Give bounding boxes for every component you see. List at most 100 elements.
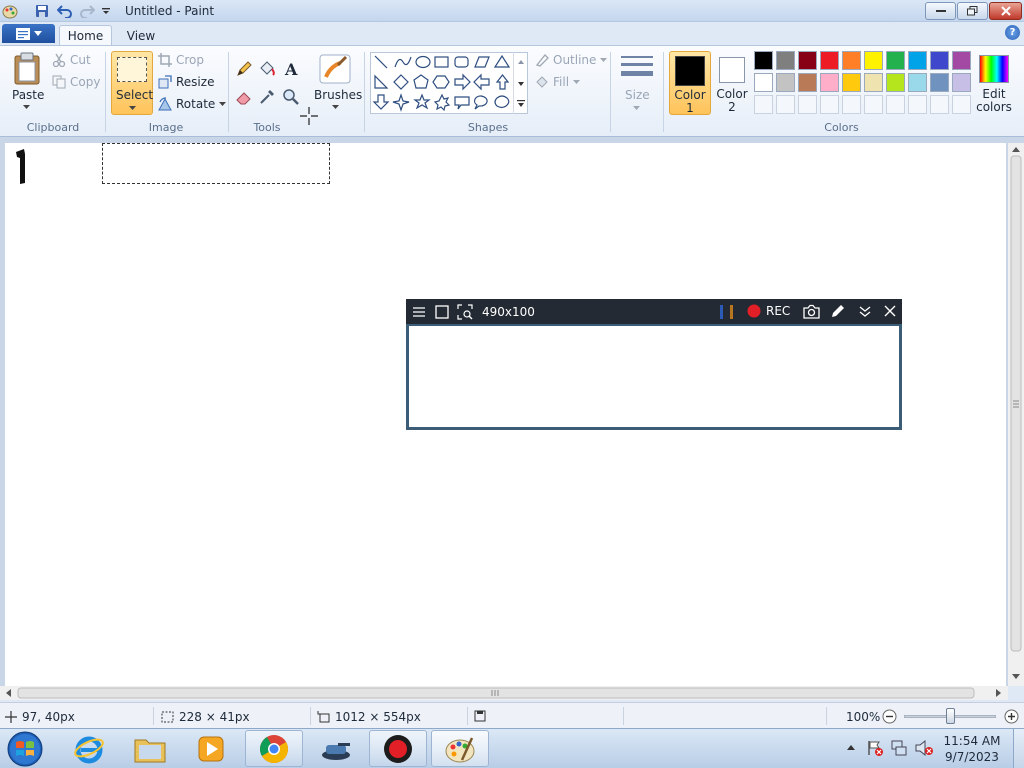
palette-swatch[interactable] (908, 73, 927, 92)
selection-rectangle[interactable] (102, 143, 330, 184)
tab-view[interactable]: View (118, 25, 164, 46)
rotate-button[interactable]: Rotate (158, 97, 227, 111)
tab-home[interactable]: Home (59, 25, 112, 46)
custom-color-slot[interactable] (908, 95, 927, 114)
zoom-out-button[interactable] (882, 709, 897, 724)
size-button[interactable]: Size (617, 52, 657, 114)
horizontal-scrollbar[interactable] (0, 686, 1008, 700)
taskbar-paint[interactable] (431, 730, 489, 767)
palette-swatch[interactable] (952, 51, 971, 70)
brushes-button[interactable]: Brushes (312, 51, 362, 115)
select-button[interactable]: Select (111, 51, 153, 115)
help-icon[interactable]: ? (1005, 25, 1020, 40)
custom-color-slot[interactable] (842, 95, 861, 114)
clock-time: 11:54 AM (943, 734, 1001, 748)
palette-swatch[interactable] (754, 73, 773, 92)
custom-color-slot[interactable] (776, 95, 795, 114)
palette-swatch[interactable] (776, 51, 795, 70)
eraser-icon[interactable] (234, 87, 254, 107)
system-clock[interactable]: 11:54 AM 9/7/2023 (940, 733, 1004, 765)
pencil-icon[interactable] (234, 59, 254, 79)
paint-menu-button[interactable] (2, 24, 55, 43)
paint-app-icon[interactable] (1, 3, 19, 19)
palette-swatch[interactable] (842, 73, 861, 92)
customize-toolbar-chevron-icon[interactable] (97, 3, 115, 19)
text-tool-icon[interactable]: A (281, 59, 301, 79)
fullscreen-region-icon[interactable] (435, 305, 449, 319)
custom-color-slot[interactable] (864, 95, 883, 114)
crop-button[interactable]: Crop (158, 53, 204, 67)
color-picker-icon[interactable] (257, 87, 277, 107)
palette-swatch[interactable] (886, 51, 905, 70)
taskbar-tank-app[interactable] (307, 730, 365, 767)
copy-button[interactable]: Copy (52, 75, 100, 89)
collapse-chevron-icon[interactable] (858, 304, 872, 318)
palette-swatch[interactable] (842, 51, 861, 70)
cut-button[interactable]: Cut (52, 53, 91, 67)
palette-swatch[interactable] (776, 73, 795, 92)
region-select-icon[interactable] (457, 304, 473, 320)
custom-color-slot[interactable] (886, 95, 905, 114)
palette-swatch[interactable] (820, 51, 839, 70)
palette-swatch[interactable] (798, 51, 817, 70)
redo-icon[interactable] (78, 3, 96, 19)
custom-color-slot[interactable] (820, 95, 839, 114)
action-center-flag-icon[interactable] (866, 739, 884, 757)
close-button[interactable] (989, 2, 1022, 20)
color1-number: 1 (686, 101, 694, 115)
taskbar-internet-explorer[interactable] (60, 730, 118, 767)
recording-region-frame[interactable] (406, 324, 902, 430)
palette-swatch[interactable] (864, 73, 883, 92)
vertical-scrollbar[interactable] (1008, 143, 1024, 686)
color1-button[interactable]: Color 1 (669, 51, 711, 115)
palette-swatch[interactable] (908, 51, 927, 70)
shapes-gallery-icons[interactable] (371, 53, 527, 113)
magnifier-icon[interactable] (281, 87, 301, 107)
select-label: Select (116, 88, 154, 102)
shapes-scroll[interactable] (513, 52, 527, 114)
taskbar-screen-recorder[interactable] (369, 730, 427, 767)
custom-color-slot[interactable] (754, 95, 773, 114)
custom-color-slot[interactable] (930, 95, 949, 114)
palette-swatch[interactable] (886, 73, 905, 92)
palette-swatch[interactable] (754, 51, 773, 70)
start-button[interactable] (5, 730, 45, 768)
palette-swatch[interactable] (864, 51, 883, 70)
outline-button[interactable]: Outline (535, 53, 608, 67)
palette-swatch[interactable] (798, 73, 817, 92)
fill-button[interactable]: Fill (535, 75, 581, 89)
show-desktop-button[interactable] (1013, 729, 1024, 768)
color-palette (754, 51, 975, 117)
network-icon[interactable] (890, 739, 908, 757)
paste-button[interactable]: Paste (9, 52, 45, 114)
taskbar-file-explorer[interactable] (121, 730, 179, 767)
volume-muted-icon[interactable] (914, 739, 934, 757)
pencil-draw-icon[interactable] (830, 304, 845, 319)
camera-icon[interactable] (803, 304, 820, 319)
save-icon[interactable] (33, 3, 51, 19)
palette-swatch[interactable] (930, 73, 949, 92)
recording-region-size: 490x100 (482, 305, 535, 319)
taskbar-chrome[interactable] (245, 730, 303, 767)
custom-color-slot[interactable] (952, 95, 971, 114)
zoom-in-button[interactable] (1004, 709, 1019, 724)
cursor-position-text: 97, 40px (22, 710, 75, 724)
resize-button[interactable]: Resize (158, 75, 214, 89)
edit-colors-button[interactable]: Edit colors (976, 51, 1012, 115)
palette-swatch[interactable] (820, 73, 839, 92)
show-hidden-icons-chevron[interactable] (846, 743, 856, 751)
rec-button[interactable]: REC (747, 304, 790, 318)
restore-button[interactable] (957, 2, 988, 20)
divider (467, 707, 468, 725)
undo-icon[interactable] (56, 3, 74, 19)
fill-bucket-icon[interactable] (257, 59, 277, 79)
zoom-slider-thumb[interactable] (945, 708, 955, 724)
palette-swatch[interactable] (952, 73, 971, 92)
recorder-close-icon[interactable] (883, 304, 897, 318)
minimize-button[interactable] (925, 2, 956, 20)
taskbar-media-player[interactable] (182, 730, 240, 767)
color2-button[interactable]: Color 2 (713, 51, 751, 115)
recorder-menu-icon[interactable] (412, 305, 426, 319)
palette-swatch[interactable] (930, 51, 949, 70)
custom-color-slot[interactable] (798, 95, 817, 114)
